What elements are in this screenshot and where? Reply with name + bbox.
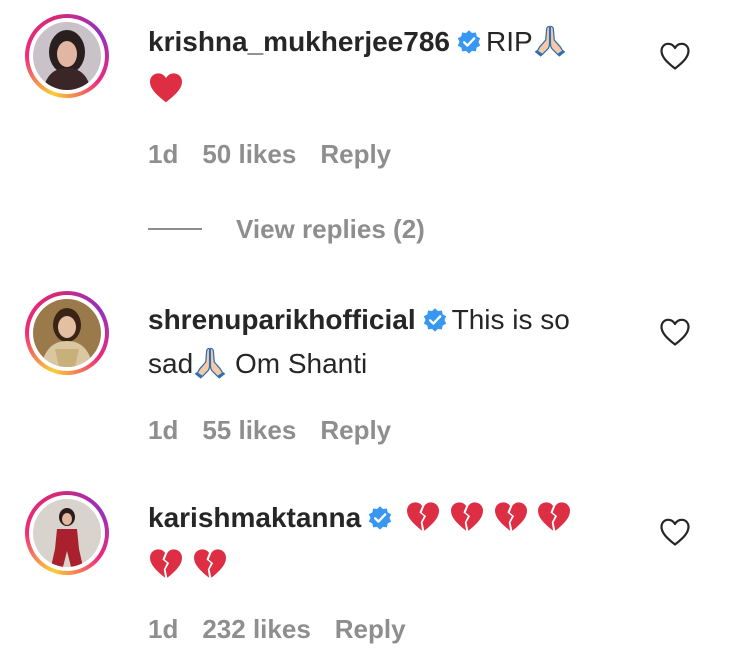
avatar[interactable] [25, 291, 109, 375]
reply-button[interactable]: Reply [335, 614, 406, 644]
comment-text: shrenuparikhofficial This is so sad Om Sh… [148, 300, 593, 390]
comment-body: Om Shanti [234, 348, 368, 379]
comment-username[interactable]: shrenuparikhofficial [148, 304, 416, 335]
like-heart-icon[interactable] [659, 41, 691, 71]
verified-badge-icon [367, 502, 393, 542]
view-replies-button[interactable]: View replies (2) [148, 212, 425, 246]
like-heart-icon[interactable] [659, 517, 691, 547]
verified-badge-icon [422, 304, 448, 344]
comment-text: krishna_mukherjee786 RIP [148, 22, 593, 115]
broken-heart-emoji-icon [148, 548, 184, 591]
comment-meta: 1d 55 likes Reply [148, 415, 415, 446]
avatar[interactable] [25, 491, 109, 575]
comment-age: 1d [148, 415, 179, 445]
red-heart-emoji-icon [148, 72, 184, 115]
comment-body: RIP [485, 26, 533, 57]
pray-emoji-icon [533, 23, 567, 68]
broken-heart-emoji-icon [536, 501, 572, 544]
divider-line [148, 228, 202, 230]
broken-heart-emoji-icon [192, 548, 228, 591]
avatar[interactable] [25, 14, 109, 98]
comment-body: This is so [451, 304, 570, 335]
comment-username[interactable]: karishmaktanna [148, 502, 361, 533]
comment-text: karishmaktanna [148, 498, 593, 591]
reply-button[interactable]: Reply [320, 139, 391, 169]
reply-button[interactable]: Reply [320, 415, 391, 445]
broken-heart-emoji-icon [405, 501, 441, 544]
comment-body: sad [148, 348, 194, 379]
pray-emoji-icon [193, 345, 227, 390]
view-replies-label: View replies (2) [236, 213, 425, 244]
comment-meta: 1d 50 likes Reply [148, 139, 415, 170]
comment-age: 1d [148, 614, 179, 644]
broken-heart-emoji-icon [449, 501, 485, 544]
comment-likes[interactable]: 55 likes [202, 415, 296, 445]
comment-likes[interactable]: 232 likes [202, 614, 310, 644]
verified-badge-icon [456, 26, 482, 66]
comment-username[interactable]: krishna_mukherjee786 [148, 26, 450, 57]
comment-likes[interactable]: 50 likes [202, 139, 296, 169]
comment-age: 1d [148, 139, 179, 169]
like-heart-icon[interactable] [659, 317, 691, 347]
broken-heart-emoji-icon [493, 501, 529, 544]
comment-meta: 1d 232 likes Reply [148, 614, 430, 645]
